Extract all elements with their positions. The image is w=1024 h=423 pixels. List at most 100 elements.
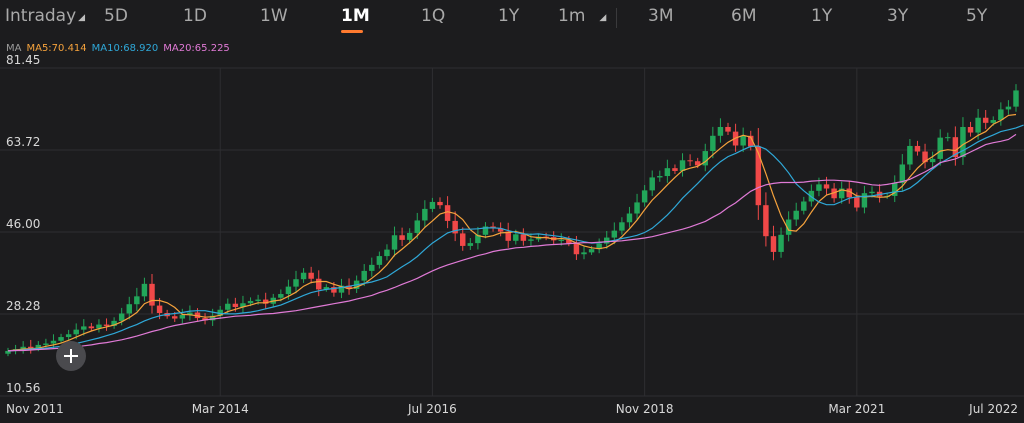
tab-5y[interactable]: 5Y [966,6,987,26]
x-tick-label: Mar 2014 [192,402,249,416]
candle-up [657,176,663,178]
candle-up [990,120,996,123]
candle-down [156,305,163,313]
candle-up [414,220,420,233]
candle-up [376,256,383,265]
tab-separator [616,8,617,28]
candle-down [763,205,769,237]
candle-down [437,201,443,206]
candle-up [225,303,231,310]
candle-up [907,145,913,165]
candle-up [513,234,519,241]
candle-up [581,252,587,255]
candle-up [801,201,807,211]
candle-up [664,168,671,177]
candle-up [793,210,799,220]
candle-down [770,236,777,252]
y-tick-label: 46.00 [6,217,40,231]
tab-3m[interactable]: 3M [648,6,673,26]
candle-up [717,126,724,136]
candle-down [672,168,678,171]
candle-up [391,235,398,250]
y-tick-label: 10.56 [6,381,40,395]
tab-5d[interactable]: 5D [104,6,128,26]
candle-up [65,334,72,338]
candle-up [869,191,875,194]
candles [5,84,1019,357]
candlestick-chart[interactable]: 81.45 63.72 46.00 28.28 10.56 Nov 2011 Mar 20… [0,0,1024,423]
candle-up [1005,106,1012,110]
candle-up [937,137,943,159]
ma-legend: MA MA5:70.414 MA10:68.920 MA20:65.225 [6,43,235,54]
candle-up [300,272,307,280]
tab-1y[interactable]: 1Y [498,6,519,26]
candle-up [126,304,132,314]
candle-up [611,230,618,238]
candle-down [854,197,860,208]
candle-up [369,264,375,271]
candle-up [1013,90,1019,107]
candle-up [740,135,746,146]
x-tick-label: Mar 2021 [828,402,885,416]
candle-down [755,146,762,206]
candle-up [558,239,564,241]
tab-intraday[interactable]: Intraday ◢ [5,6,85,26]
candle-up [361,270,367,281]
ma5-legend: MA5:70.414 [26,43,87,54]
candle-up [710,135,716,152]
candle-down [444,205,451,221]
tab-6m[interactable]: 6M [731,6,756,26]
x-tick-label: Nov 2018 [616,402,674,416]
candle-up [141,283,148,297]
candle-up [899,164,906,183]
candle-down [399,235,405,240]
candle-up [960,126,966,158]
ma-legend-prefix: MA [6,43,22,54]
candle-down [149,283,155,306]
tab-1m-minute[interactable]: 1m ◢ [558,6,606,26]
tab-1w[interactable]: 1W [260,6,288,26]
candle-down [316,278,322,290]
dropdown-triangle-icon: ◢ [599,13,607,23]
candle-up [641,190,648,203]
ma20-legend: MA20:65.225 [163,43,230,54]
candle-up [649,177,655,191]
tab-label: Intraday [5,6,77,26]
candle-up [255,299,261,301]
candle-down [725,126,731,132]
dropdown-triangle-icon: ◢ [78,13,86,23]
candle-up [179,314,186,319]
candle-up [384,249,390,257]
candle-down [103,324,110,326]
candle-up [945,137,951,139]
ma10-legend: MA10:68.920 [91,43,159,54]
candle-down [823,184,830,189]
candle-down [982,117,989,123]
candle-up [816,184,822,191]
candle-up [998,109,1004,121]
tab-1m[interactable]: 1M [341,6,370,26]
candle-down [308,272,314,279]
candle-up [604,237,610,244]
candle-down [914,145,921,152]
candle-up [929,158,936,163]
candle-up [278,294,284,298]
candle-up [247,300,254,304]
tab-1d[interactable]: 1D [183,6,207,26]
tab-1q[interactable]: 1Q [421,6,445,26]
tab-label: 1m [558,6,586,26]
candle-up [626,213,633,223]
candle-down [967,126,974,133]
candle-up [429,201,436,209]
tab-1y-range[interactable]: 1Y [811,6,832,26]
tab-3y[interactable]: 3Y [887,6,908,26]
candle-down [172,316,178,319]
candle-up [778,234,784,252]
candle-up [467,243,474,246]
crosshair-plus-icon[interactable] [56,341,86,371]
candle-up [285,286,292,295]
candle-up [861,193,868,208]
candle-down [88,326,95,329]
candle-up [118,313,125,321]
candle-up [975,117,981,133]
